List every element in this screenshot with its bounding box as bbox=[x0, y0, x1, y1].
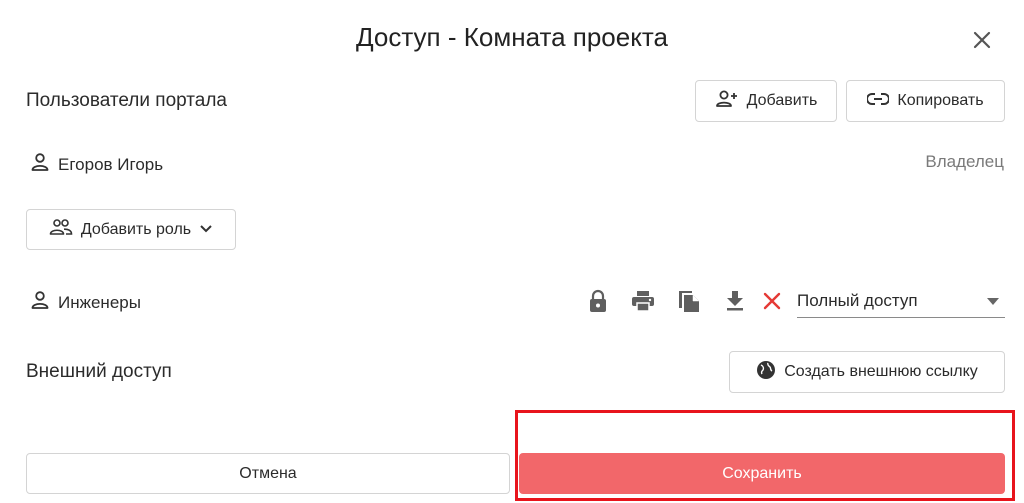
owner-name: Егоров Игорь bbox=[58, 154, 164, 174]
owner-row: Егоров Игорь bbox=[30, 152, 163, 177]
person-icon bbox=[30, 152, 50, 177]
role-group-row: Инженеры bbox=[30, 290, 141, 315]
add-user-label: Добавить bbox=[746, 92, 818, 109]
access-level-value: Полный доступ bbox=[797, 290, 918, 310]
group-icon bbox=[49, 218, 73, 241]
download-icon[interactable] bbox=[722, 288, 748, 314]
dialog-title: Доступ - Комната проекта bbox=[356, 22, 668, 52]
role-group-name: Инженеры bbox=[58, 292, 141, 312]
globe-icon bbox=[756, 360, 776, 385]
external-access-label: Внешний доступ bbox=[26, 361, 172, 382]
close-icon[interactable] bbox=[968, 26, 996, 54]
link-icon bbox=[866, 92, 891, 111]
copy-file-icon[interactable] bbox=[676, 287, 702, 313]
cancel-button[interactable]: Отмена bbox=[26, 453, 510, 494]
create-external-link-button[interactable]: Создать внешнюю ссылку bbox=[729, 351, 1005, 393]
access-dialog: Доступ - Комната проекта Пользователи по… bbox=[0, 0, 1024, 503]
add-role-label: Добавить роль bbox=[80, 220, 192, 238]
caret-down-icon bbox=[987, 291, 999, 311]
copy-link-label: Копировать bbox=[897, 92, 984, 109]
add-role-dropdown[interactable]: Добавить роль bbox=[26, 209, 236, 250]
access-level-select[interactable]: Полный доступ bbox=[797, 284, 1005, 318]
portal-users-label: Пользователи портала bbox=[26, 90, 228, 111]
save-button[interactable]: Сохранить bbox=[519, 453, 1005, 494]
add-user-button[interactable]: Добавить bbox=[695, 80, 837, 122]
create-external-link-label: Создать внешнюю ссылку bbox=[784, 363, 978, 380]
lock-icon[interactable] bbox=[585, 288, 611, 314]
copy-link-button[interactable]: Копировать bbox=[846, 80, 1005, 122]
person-icon bbox=[30, 290, 50, 315]
add-user-icon bbox=[715, 89, 739, 114]
remove-icon[interactable] bbox=[759, 288, 785, 314]
owner-role-label: Владелец bbox=[925, 152, 1004, 171]
print-icon[interactable] bbox=[630, 288, 656, 314]
chevron-down-icon bbox=[199, 221, 213, 239]
